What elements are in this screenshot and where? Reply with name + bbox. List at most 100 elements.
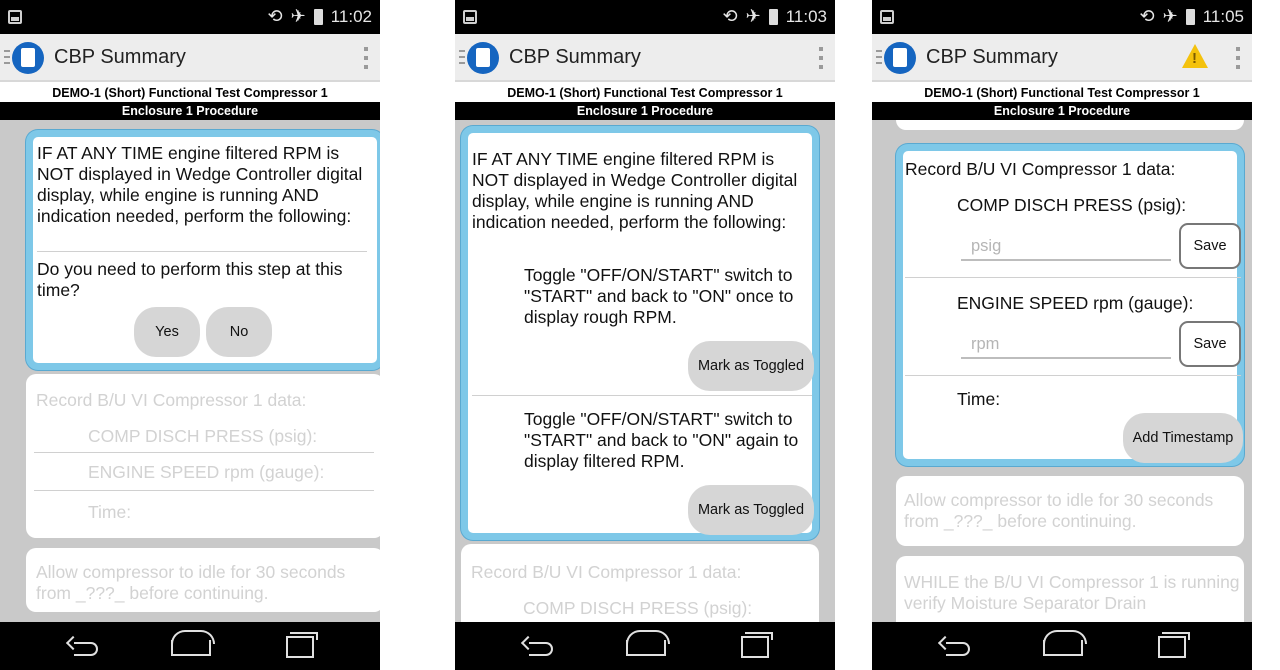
clock: 11:02 (330, 6, 372, 26)
status-bar: ⟲ ✈ 11:05 (872, 0, 1252, 34)
steps-list[interactable]: IF AT ANY TIME engine filtered RPM is NO… (0, 120, 380, 622)
field1-label: COMP DISCH PRESS (psig): (88, 426, 318, 446)
screen-2: ⟲ ✈ 11:03 CBP Summary DEMO-1 (Short) Fun… (455, 0, 835, 670)
nav-bar (0, 622, 380, 670)
previous-card (896, 120, 1244, 130)
divider (472, 395, 812, 396)
idle-card-disabled: Allow compressor to idle for 30 seconds … (26, 548, 380, 612)
yes-button[interactable]: Yes (134, 307, 200, 357)
recents-icon[interactable] (286, 632, 318, 658)
step-card-if-expanded: IF AT ANY TIME engine filtered RPM is NO… (461, 126, 819, 540)
record-title: Record B/U VI Compressor 1 data: (36, 390, 307, 410)
toggle-2-text: Toggle "OFF/ON/START" switch to "START" … (524, 409, 799, 471)
screen-1: ⟲ ✈ 11:02 CBP Summary DEMO-1 (Short) Fun… (0, 0, 380, 670)
record-title: Record B/U VI Compressor 1 data: (471, 562, 742, 582)
step-if-text: IF AT ANY TIME engine filtered RPM is NO… (37, 143, 363, 226)
app-title: CBP Summary (926, 46, 1058, 68)
gallery-icon (880, 10, 894, 24)
recents-icon[interactable] (741, 632, 773, 658)
while-text: WHILE the B/U VI Compressor 1 is running… (904, 572, 1240, 613)
warning-icon[interactable] (1182, 44, 1208, 68)
section-title: Enclosure 1 Procedure (872, 102, 1252, 120)
record-card-active: Record B/U VI Compressor 1 data: COMP DI… (896, 144, 1244, 466)
mark-toggled-button-2[interactable]: Mark as Toggled (688, 485, 814, 535)
idle-text: Allow compressor to idle for 30 seconds … (36, 562, 346, 603)
app-logo-icon[interactable] (884, 42, 916, 74)
rpm-input[interactable]: rpm (971, 335, 999, 354)
nav-bar (455, 622, 835, 670)
step-question: Do you need to perform this step at this… (37, 259, 343, 300)
field2-label: ENGINE SPEED rpm (gauge): (957, 293, 1194, 313)
app-title: CBP Summary (509, 46, 641, 68)
home-icon[interactable] (171, 630, 215, 656)
steps-list[interactable]: Record B/U VI Compressor 1 data: COMP DI… (872, 120, 1252, 622)
back-icon[interactable] (521, 636, 557, 658)
psig-input[interactable]: psig (971, 237, 1001, 256)
gallery-icon (463, 10, 477, 24)
save-psig-button[interactable]: Save (1179, 223, 1241, 269)
status-bar: ⟲ ✈ 11:03 (455, 0, 835, 34)
overflow-menu-icon[interactable] (819, 47, 823, 69)
drawer-icon[interactable] (4, 50, 10, 64)
psig-input-underline (961, 259, 1171, 261)
rpm-input-underline (961, 357, 1171, 359)
home-icon[interactable] (1043, 630, 1087, 656)
recents-icon[interactable] (1158, 632, 1190, 658)
add-timestamp-button[interactable]: Add Timestamp (1123, 413, 1243, 463)
app-logo-icon[interactable] (12, 42, 44, 74)
toggle-1-text: Toggle "OFF/ON/START" switch to "START" … (524, 265, 794, 327)
overflow-menu-icon[interactable] (1236, 47, 1240, 69)
divider (905, 277, 1241, 278)
record-card-disabled: Record B/U VI Compressor 1 data: COMP DI… (26, 374, 380, 538)
battery-icon (1185, 8, 1195, 25)
step-card-if: IF AT ANY TIME engine filtered RPM is NO… (26, 130, 380, 370)
section-title: Enclosure 1 Procedure (0, 102, 380, 120)
procedure-title: DEMO-1 (Short) Functional Test Compresso… (0, 84, 380, 102)
action-bar: CBP Summary (872, 34, 1252, 82)
section-title: Enclosure 1 Procedure (455, 102, 835, 120)
time-label: Time: (957, 389, 1001, 409)
action-bar: CBP Summary (455, 34, 835, 82)
app-title: CBP Summary (54, 46, 186, 68)
rotate-icon: ⟲ (1139, 6, 1155, 26)
divider (905, 375, 1241, 376)
airplane-icon: ✈ (290, 6, 306, 26)
app-logo-icon[interactable] (467, 42, 499, 74)
record-title: Record B/U VI Compressor 1 data: (905, 159, 1176, 179)
no-button[interactable]: No (206, 307, 272, 357)
divider (37, 251, 367, 252)
clock: 11:05 (1202, 6, 1244, 26)
back-icon[interactable] (66, 636, 102, 658)
action-bar: CBP Summary (0, 34, 380, 82)
clock: 11:03 (785, 6, 827, 26)
steps-list[interactable]: IF AT ANY TIME engine filtered RPM is NO… (455, 120, 835, 622)
time-label: Time: (88, 502, 132, 522)
back-icon[interactable] (938, 636, 974, 658)
rotate-icon: ⟲ (267, 6, 283, 26)
nav-bar (872, 622, 1252, 670)
field2-label: ENGINE SPEED rpm (gauge): (88, 462, 325, 482)
save-rpm-button[interactable]: Save (1179, 321, 1241, 367)
field1-label: COMP DISCH PRESS (psig): (523, 598, 753, 618)
home-icon[interactable] (626, 630, 670, 656)
idle-text: Allow compressor to idle for 30 seconds … (904, 490, 1214, 531)
rotate-icon: ⟲ (722, 6, 738, 26)
divider (34, 490, 374, 491)
screen-3: ⟲ ✈ 11:05 CBP Summary DEMO-1 (Short) Fun… (872, 0, 1252, 670)
mark-toggled-button-1[interactable]: Mark as Toggled (688, 341, 814, 391)
step-if-text: IF AT ANY TIME engine filtered RPM is NO… (472, 149, 798, 232)
gallery-icon (8, 10, 22, 24)
airplane-icon: ✈ (1162, 6, 1178, 26)
airplane-icon: ✈ (745, 6, 761, 26)
overflow-menu-icon[interactable] (364, 47, 368, 69)
field1-label: COMP DISCH PRESS (psig): (957, 195, 1187, 215)
divider (34, 452, 374, 453)
procedure-title: DEMO-1 (Short) Functional Test Compresso… (872, 84, 1252, 102)
battery-icon (313, 8, 323, 25)
procedure-title: DEMO-1 (Short) Functional Test Compresso… (455, 84, 835, 102)
drawer-icon[interactable] (459, 50, 465, 64)
drawer-icon[interactable] (876, 50, 882, 64)
record-card-disabled: Record B/U VI Compressor 1 data: COMP DI… (461, 544, 819, 622)
idle-card-disabled: Allow compressor to idle for 30 seconds … (896, 476, 1244, 546)
battery-icon (768, 8, 778, 25)
